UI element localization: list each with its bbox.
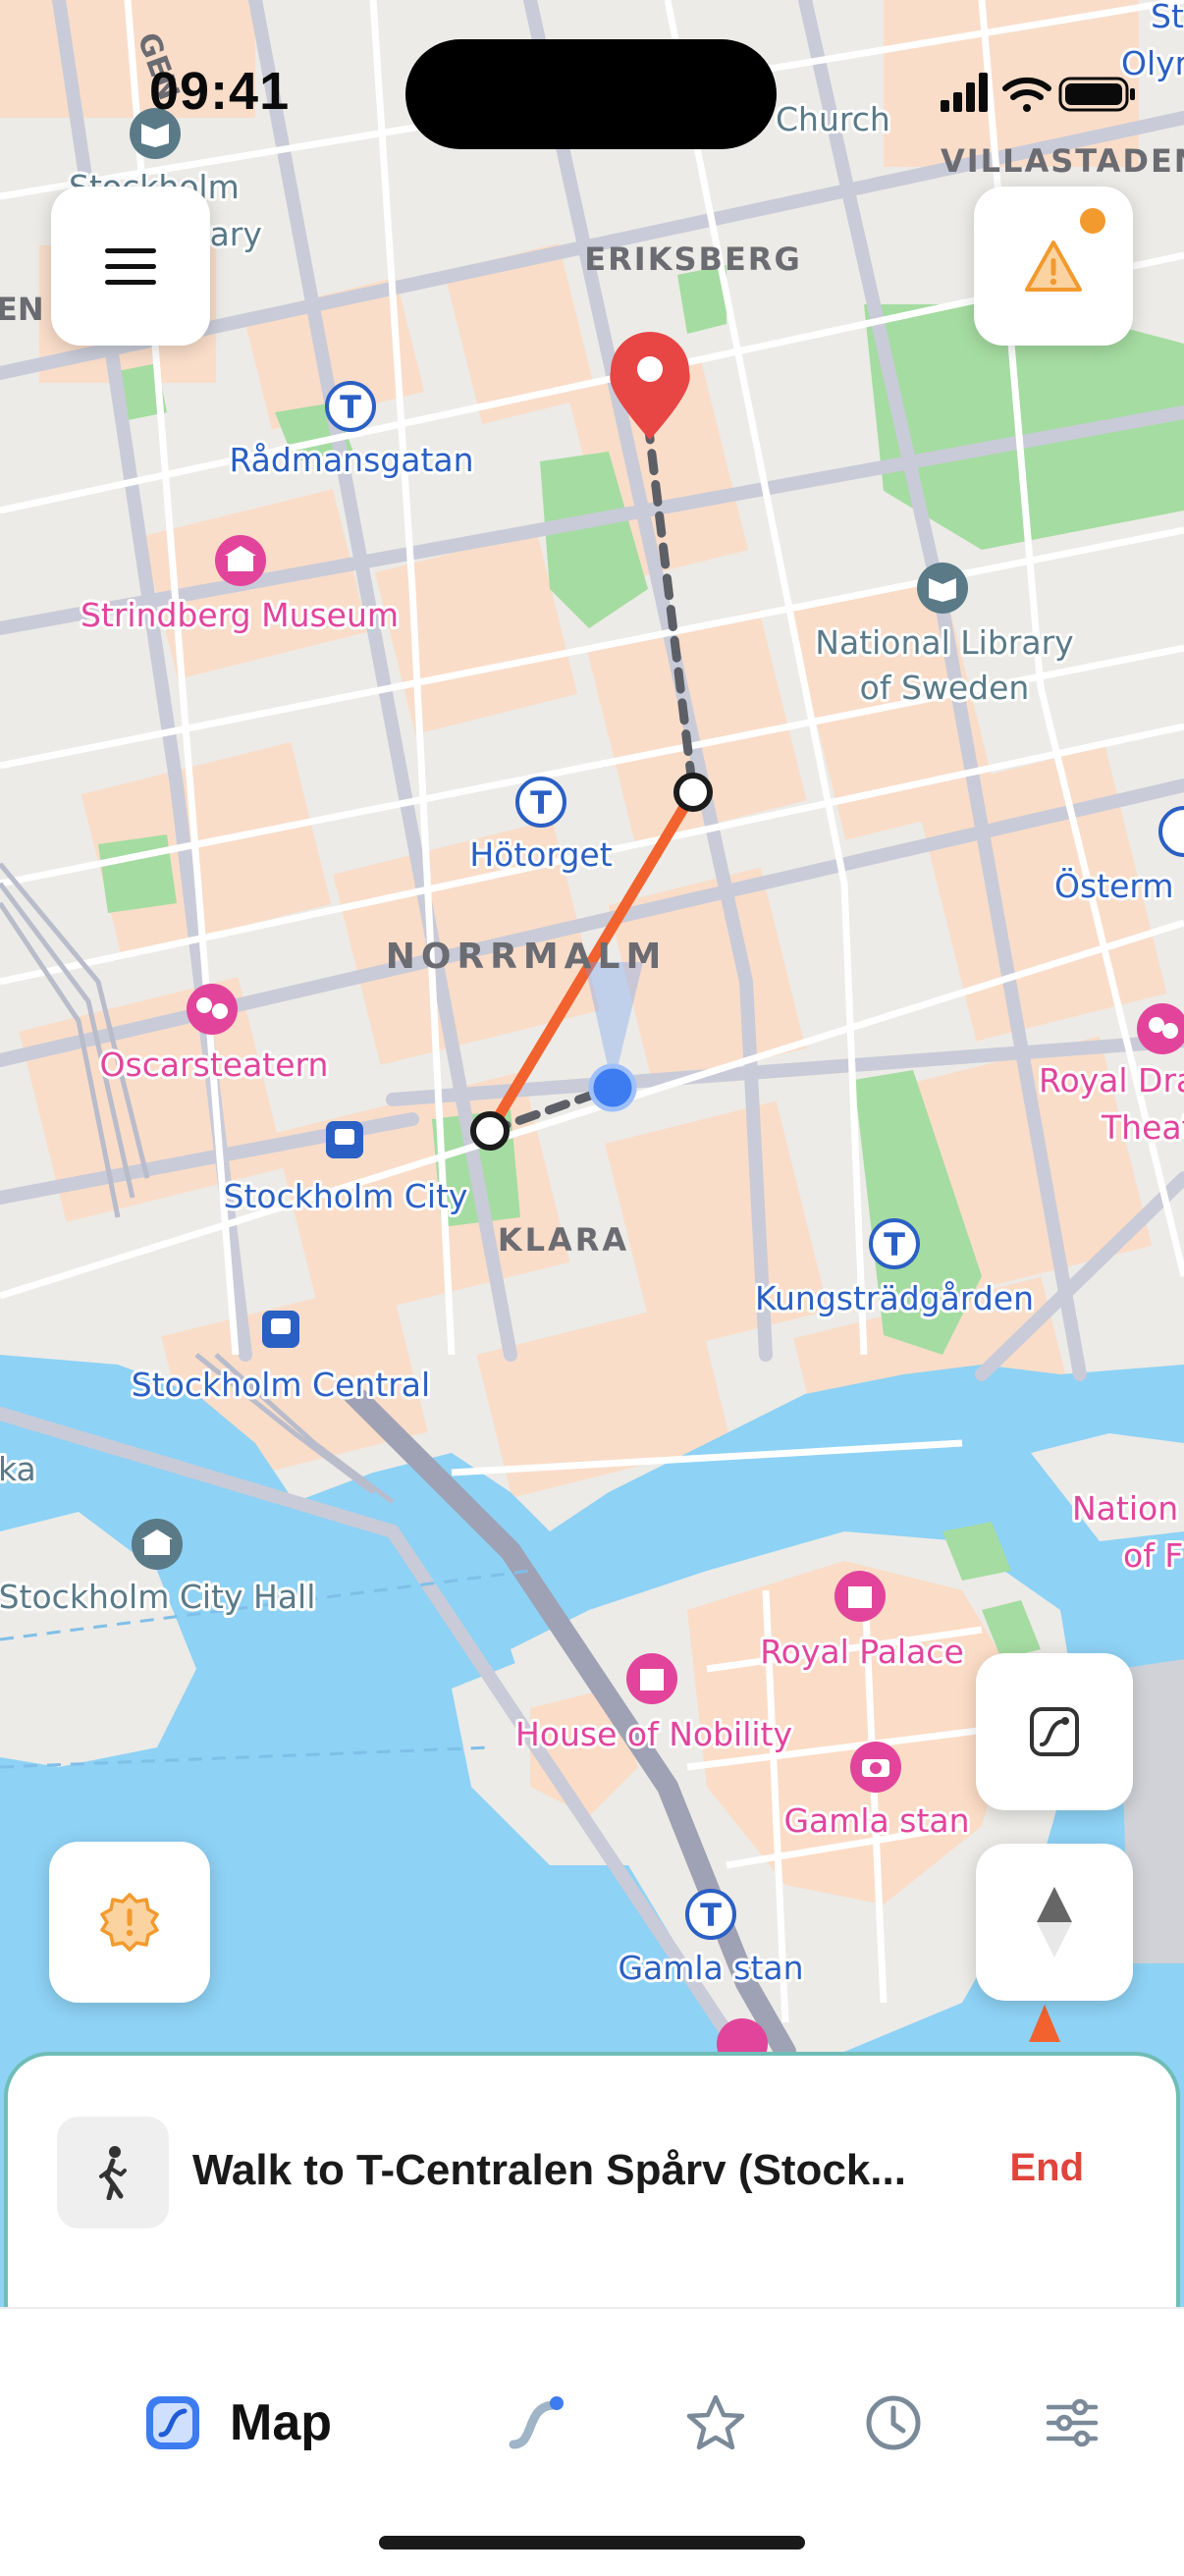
map-label-stockholm-central: Stockholm Central xyxy=(132,1366,430,1404)
report-icon xyxy=(100,1893,159,1952)
map-label-stockholm-city-hall: Stockholm City Hall xyxy=(0,1578,315,1616)
battery-icon xyxy=(1058,77,1135,112)
map-label-ostermalm: Österm xyxy=(1054,866,1174,905)
map-tab-icon xyxy=(146,2396,199,2449)
metro-icon[interactable]: T xyxy=(869,1218,920,1269)
sliders-icon xyxy=(1046,2398,1099,2447)
map-label-oscarsteatern: Oscarsteatern xyxy=(100,1046,329,1084)
route-overview-button[interactable] xyxy=(976,1653,1133,1810)
tab-favorites[interactable] xyxy=(685,2393,746,2452)
map-label-hotorget: Hötorget xyxy=(469,835,612,874)
tab-history[interactable] xyxy=(864,2393,923,2452)
map-label-royal-drama-1: Royal Dra xyxy=(1039,1061,1184,1100)
map-label-ka: ka xyxy=(0,1450,36,1488)
district-label-villastaden: VILLASTADEN xyxy=(941,142,1184,180)
map-label-royal-palace: Royal Palace xyxy=(760,1633,964,1671)
map-label-nation-1: Nation xyxy=(1072,1489,1178,1528)
district-label-en: EN xyxy=(0,291,44,328)
museum-icon[interactable] xyxy=(215,535,266,586)
metro-icon[interactable]: T xyxy=(325,381,376,432)
map-label-royal-drama-2: Theat xyxy=(1101,1108,1184,1147)
menu-icon xyxy=(105,248,156,285)
route-tab-icon xyxy=(509,2396,564,2449)
castle-icon[interactable] xyxy=(626,1653,677,1704)
metro-icon[interactable]: T xyxy=(685,1889,736,1940)
home-indicator[interactable] xyxy=(379,2536,805,2549)
library-icon[interactable] xyxy=(917,563,968,614)
train-icon[interactable] xyxy=(326,1121,363,1158)
map-label-house-of-nobility: House of Nobility xyxy=(515,1715,792,1753)
walk-icon xyxy=(99,2146,127,2200)
map-label-church: Church xyxy=(776,100,890,138)
tab-map[interactable]: Map xyxy=(143,2393,332,2452)
star-icon xyxy=(686,2394,745,2450)
map-label-strindberg-museum: Strindberg Museum xyxy=(81,596,399,634)
user-location-dot xyxy=(588,1063,637,1112)
route-icon xyxy=(1030,1707,1079,1756)
metro-icon[interactable]: T xyxy=(515,777,566,828)
landmark-icon[interactable] xyxy=(132,1519,183,1570)
status-time: 09:41 xyxy=(149,62,291,121)
svg-text:T: T xyxy=(884,1226,905,1263)
map-label-national-library-1: National Library xyxy=(815,623,1073,662)
walk-icon-box xyxy=(57,2117,169,2228)
map-label-kungstradgarden: Kungsträdgården xyxy=(755,1279,1034,1317)
compass-button[interactable] xyxy=(976,1844,1133,2001)
svg-text:T: T xyxy=(530,784,552,822)
menu-button[interactable] xyxy=(51,187,210,346)
map-label-radmansgatan: Rådmansgatan xyxy=(229,441,473,479)
map-label-stockholm-city: Stockholm City xyxy=(224,1177,468,1215)
route-node-start xyxy=(470,1111,510,1151)
camera-icon[interactable] xyxy=(850,1742,901,1793)
map-label-national-library-2: of Sweden xyxy=(860,669,1030,707)
status-icons xyxy=(941,73,1135,112)
tab-map-label: Map xyxy=(230,2394,332,2451)
theater-icon[interactable] xyxy=(187,984,238,1035)
svg-text:T: T xyxy=(700,1897,722,1934)
alerts-button[interactable] xyxy=(974,187,1133,346)
route-card[interactable]: Walk to T-Centralen Spårv (Stock... End xyxy=(4,2052,1180,2336)
map-label-gamla-stan-poi: Gamla stan xyxy=(783,1801,969,1840)
dynamic-island xyxy=(405,39,777,149)
notification-dot xyxy=(1080,208,1105,234)
district-label-eriksberg: ERIKSBERG xyxy=(584,241,801,278)
wifi-icon xyxy=(1002,77,1051,112)
train-icon[interactable] xyxy=(262,1311,299,1348)
map-label-gamla-stan-station: Gamla stan xyxy=(618,1949,803,1987)
district-label-norrmalm: NORRMALM xyxy=(386,937,668,977)
compass-icon xyxy=(1037,1887,1072,1958)
cellular-signal-icon xyxy=(941,73,988,112)
map-label-nation-2: of F xyxy=(1123,1536,1183,1575)
report-button[interactable] xyxy=(49,1842,210,2003)
svg-text:T: T xyxy=(340,389,361,426)
castle-icon[interactable] xyxy=(834,1571,886,1622)
tab-routes[interactable] xyxy=(506,2393,568,2452)
district-label-klara: KLARA xyxy=(498,1221,629,1259)
end-route-button[interactable]: End xyxy=(1009,2146,1084,2190)
route-node-end xyxy=(673,773,713,812)
clock-icon xyxy=(866,2395,921,2450)
map-label-st: St xyxy=(1151,0,1184,35)
route-title: Walk to T-Centralen Spårv (Stock... xyxy=(192,2146,906,2194)
warning-icon xyxy=(1025,241,1082,292)
tab-settings[interactable] xyxy=(1043,2393,1102,2452)
